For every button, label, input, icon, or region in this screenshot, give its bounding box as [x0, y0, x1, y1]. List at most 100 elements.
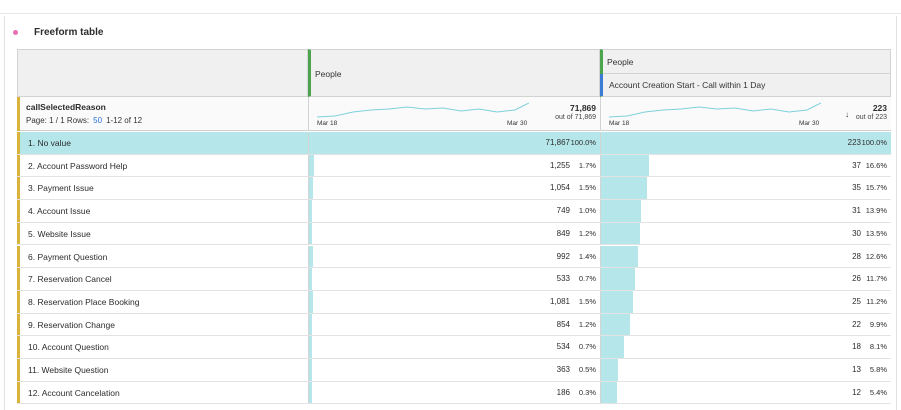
row-metric-percent: 1.2%	[578, 228, 596, 238]
row-segment-percent: 100.0%	[861, 138, 887, 147]
sparkline-end-label: Mar 30	[799, 120, 820, 127]
row-segment-cell[interactable]: 35 15.7%	[600, 177, 891, 200]
row-metric-cell[interactable]: 533 0.7%	[308, 268, 600, 290]
table-row[interactable]: 11. Website Question 363 0.5% 13 5.8%	[17, 359, 891, 382]
row-segment-cell[interactable]: 25 11.2%	[600, 290, 891, 313]
table-row[interactable]: 12. Account Cancelation 186 0.3% 12 5.4%	[17, 381, 891, 405]
row-metric-bar	[309, 381, 312, 404]
table-row[interactable]: 1. No value 71,867 100.0% 223 100.0%	[17, 132, 891, 155]
row-dimension-cell[interactable]: 7. Reservation Cancel	[17, 268, 308, 290]
row-segment-cell[interactable]: 13 5.8%	[600, 359, 891, 381]
row-segment-cell[interactable]: 22 9.9%	[600, 313, 891, 336]
row-dimension-cell[interactable]: 10. Account Question	[17, 336, 308, 358]
row-metric-percent: 0.5%	[578, 365, 596, 374]
row-segment-value: 28	[852, 251, 861, 261]
row-metric-cell[interactable]: 1,081 1.5%	[308, 290, 600, 313]
row-segment-bar	[601, 290, 634, 313]
row-metric-value: 186	[556, 387, 570, 397]
row-metric-percent: 1.7%	[578, 160, 596, 170]
row-label: 12. Account Cancelation	[28, 387, 120, 398]
row-segment-value: 12	[852, 387, 861, 397]
row-metric-bar	[309, 200, 312, 222]
row-label: 2. Account Password Help	[28, 160, 128, 171]
metric-header-people[interactable]: People	[308, 49, 600, 97]
row-segment-cell[interactable]: 37 16.6%	[600, 154, 891, 177]
row-label: 1. No value	[28, 138, 71, 148]
row-segment-cell[interactable]: 12 5.4%	[600, 381, 891, 404]
row-metric-bar	[309, 222, 313, 245]
table-row[interactable]: 5. Website Issue 849 1.2% 30 13.5%	[17, 222, 891, 246]
row-metric-cell[interactable]: 363 0.5%	[308, 359, 600, 381]
table-row[interactable]: 9. Reservation Change 854 1.2% 22 9.9%	[17, 313, 891, 337]
row-metric-percent: 1.2%	[578, 319, 596, 329]
row-metric-value: 533	[556, 274, 570, 284]
segment-header[interactable]: Account Creation Start - Call within 1 D…	[600, 74, 890, 96]
metric-header-people-segment[interactable]: People Account Creation Start - Call wit…	[600, 49, 891, 97]
segment-header-label: Account Creation Start - Call within 1 D…	[609, 80, 766, 90]
row-metric-value: 1,081	[549, 296, 570, 306]
row-metric-value: 749	[556, 206, 570, 216]
row-segment-cell[interactable]: 31 13.9%	[600, 200, 891, 222]
row-segment-bar	[601, 359, 618, 381]
row-segment-percent: 16.6%	[865, 160, 887, 170]
row-label: 9. Reservation Change	[28, 319, 115, 330]
row-segment-cell[interactable]: 26 11.7%	[600, 268, 891, 290]
metric-header-label: People	[607, 57, 634, 67]
row-metric-cell[interactable]: 1,255 1.7%	[308, 154, 600, 177]
row-metric-cell[interactable]: 534 0.7%	[308, 336, 600, 358]
row-segment-value: 25	[852, 296, 861, 306]
row-dimension-cell[interactable]: 3. Payment Issue	[17, 177, 308, 200]
row-metric-cell[interactable]: 749 1.0%	[308, 200, 600, 222]
row-segment-percent: 9.9%	[869, 319, 887, 329]
table-row[interactable]: 7. Reservation Cancel 533 0.7% 26 11.7%	[17, 268, 891, 291]
row-metric-cell[interactable]: 186 0.3%	[308, 381, 600, 404]
row-dimension-cell[interactable]: 11. Website Question	[17, 359, 308, 381]
row-dimension-cell[interactable]: 12. Account Cancelation	[17, 381, 308, 404]
row-segment-cell[interactable]: 28 12.6%	[600, 245, 891, 268]
pager-range: 1-12 of 12	[106, 116, 143, 125]
dimension-name[interactable]: callSelectedReason	[26, 102, 106, 112]
row-segment-percent: 11.7%	[866, 274, 887, 284]
row-segment-bar	[601, 381, 617, 404]
row-metric-value: 363	[556, 365, 570, 374]
row-metric-cell[interactable]: 854 1.2%	[308, 313, 600, 336]
row-segment-bar	[601, 313, 630, 336]
table-row[interactable]: 8. Reservation Place Booking 1,081 1.5% 25 1…	[17, 290, 891, 314]
table-row[interactable]: 4. Account Issue 749 1.0% 31 13.9%	[17, 200, 891, 223]
row-segment-cell[interactable]: 30 13.5%	[600, 222, 891, 245]
row-segment-cell[interactable]: 18 8.1%	[600, 336, 891, 358]
row-dimension-cell[interactable]: 9. Reservation Change	[17, 313, 308, 336]
row-label: 10. Account Question	[28, 342, 109, 353]
row-dimension-cell[interactable]: 1. No value	[17, 132, 308, 154]
table-row[interactable]: 3. Payment Issue 1,054 1.5% 35 15.7%	[17, 177, 891, 201]
row-segment-percent: 8.1%	[869, 342, 887, 352]
panel-header[interactable]: Freeform table	[13, 24, 103, 40]
row-segment-percent: 11.2%	[866, 296, 887, 306]
row-dimension-cell[interactable]: 4. Account Issue	[17, 200, 308, 222]
row-metric-cell[interactable]: 1,054 1.5%	[308, 177, 600, 200]
table-row[interactable]: 6. Payment Question 992 1.4% 28 12.6%	[17, 245, 891, 269]
row-dimension-cell[interactable]: 5. Website Issue	[17, 222, 308, 245]
top-strip	[0, 0, 901, 14]
row-metric-cell[interactable]: 849 1.2%	[308, 222, 600, 245]
row-metric-percent: 1.0%	[578, 206, 596, 216]
row-metric-bar	[309, 290, 314, 313]
row-metric-value: 1,255	[549, 160, 570, 170]
row-dimension-cell[interactable]: 6. Payment Question	[17, 245, 308, 268]
row-segment-cell[interactable]: 223 100.0%	[600, 132, 891, 154]
row-dimension-cell[interactable]: 8. Reservation Place Booking	[17, 290, 308, 313]
row-segment-value: 35	[852, 183, 861, 193]
row-dimension-cell[interactable]: 2. Account Password Help	[17, 154, 308, 177]
row-metric-bar	[309, 336, 312, 358]
row-metric-bar	[309, 268, 312, 290]
sort-descending-icon[interactable]: ↓	[845, 110, 849, 119]
row-metric-value: 849	[556, 228, 570, 238]
row-metric-value: 992	[556, 251, 570, 261]
row-metric-cell[interactable]: 71,867 100.0%	[308, 132, 600, 154]
row-label: 7. Reservation Cancel	[28, 274, 112, 285]
table-row[interactable]: 10. Account Question 534 0.7% 18 8.1%	[17, 336, 891, 359]
rows-per-page-select[interactable]: 50	[93, 116, 102, 125]
table-row[interactable]: 2. Account Password Help 1,255 1.7% 37 16.6%	[17, 154, 891, 178]
row-metric-cell[interactable]: 992 1.4%	[308, 245, 600, 268]
row-segment-percent: 5.4%	[869, 387, 887, 397]
